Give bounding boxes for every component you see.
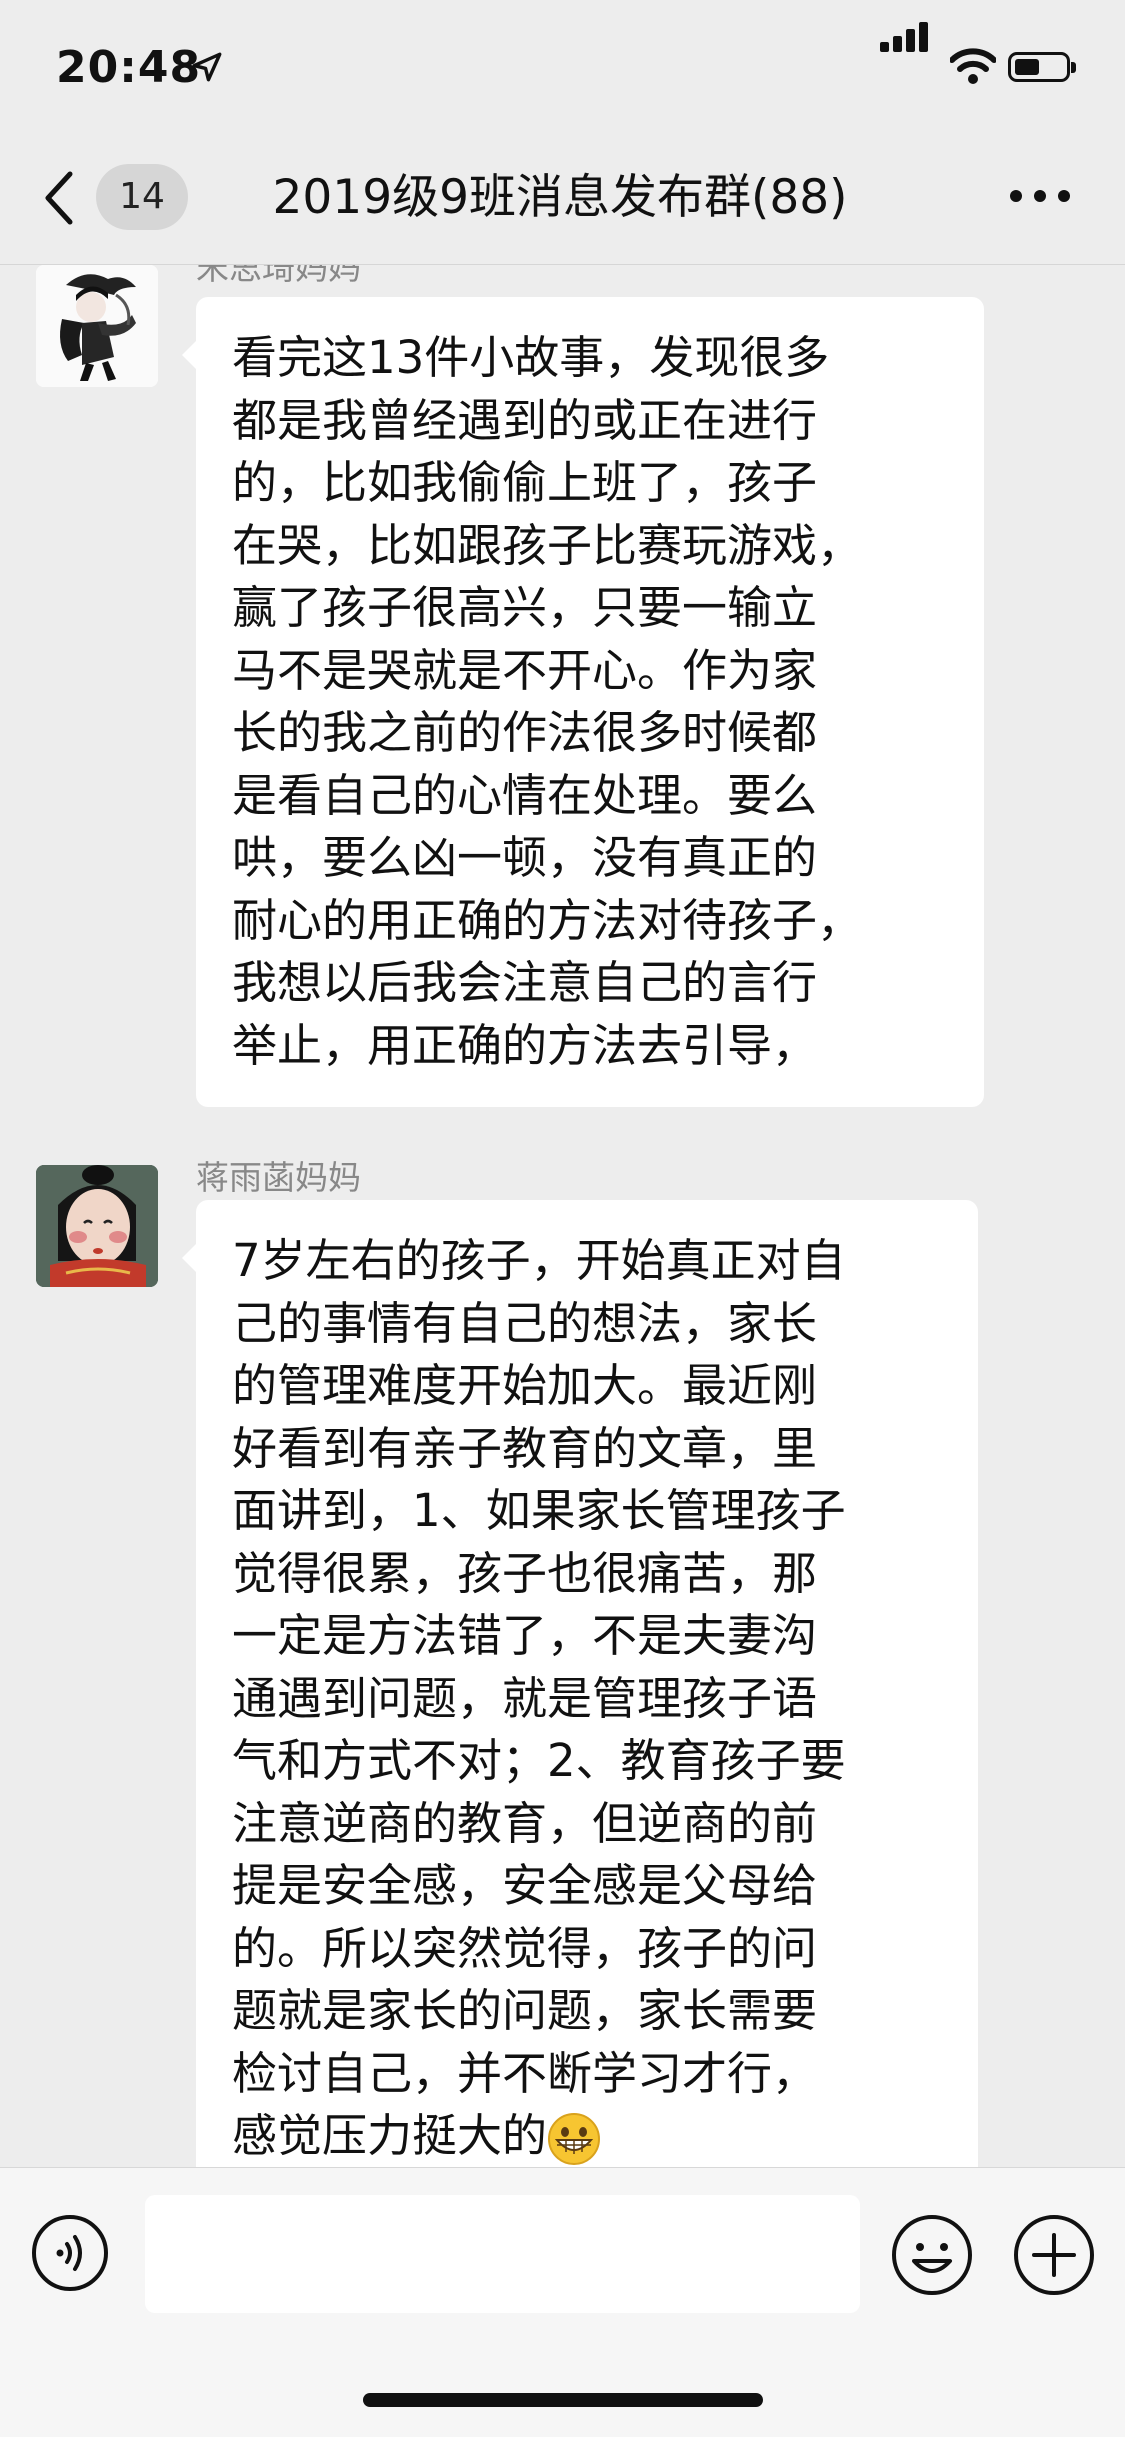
- avatar[interactable]: [36, 265, 158, 387]
- message-list[interactable]: 宋思琦妈妈 看完这13件小故事，发现很多 都是我曾经遇到的或正在进行 的，比如我…: [0, 265, 1125, 2167]
- message-line-text: 感觉压力挺大的: [232, 2109, 548, 2162]
- message-line: 注意逆商的教育，但逆商的前: [232, 1796, 818, 1850]
- sender-name: 宋思琦妈妈: [196, 265, 361, 287]
- message-line: 气和方式不对；2、教育孩子要: [232, 1734, 846, 1787]
- message-line: 的，比如我偷偷上班了，孩子: [232, 456, 818, 509]
- message-line: 好看到有亲子教育的文章，里: [232, 1421, 818, 1475]
- avatar[interactable]: [36, 1165, 158, 1287]
- home-indicator[interactable]: [363, 2393, 763, 2407]
- message-line: 举止，用正确的方法去引导，: [232, 1018, 818, 1072]
- chevron-left-icon[interactable]: [40, 168, 80, 228]
- status-time: 20:48: [56, 42, 202, 93]
- message-line: 哄，要么凶一顿，没有真正的: [232, 831, 818, 884]
- message-line: 面讲到，1、如果家长管理孩子: [232, 1484, 846, 1537]
- message-line: 都是我曾经遇到的或正在进行: [232, 393, 818, 447]
- message-line: 耐心的用正确的方法对待孩子，: [232, 893, 863, 947]
- more-dots-icon[interactable]: [1010, 190, 1070, 204]
- message-line: 己的事情有自己的想法，家长: [232, 1296, 818, 1350]
- message-input[interactable]: [145, 2195, 860, 2313]
- input-bar: [0, 2167, 1125, 2437]
- message-line: 赢了孩子很高兴，只要一输立: [232, 581, 818, 634]
- wifi-icon: [950, 48, 996, 84]
- battery-icon: [1008, 52, 1076, 82]
- message-line: 是看自己的心情在处理。要么: [232, 768, 818, 822]
- sender-name: 蒋雨菡妈妈: [196, 1158, 361, 1197]
- message-bubble[interactable]: 7岁左右的孩子，开始真正对自 己的事情有自己的想法，家长 的管理难度开始加大。最…: [182, 1200, 978, 2167]
- message-line: 觉得很累，孩子也很痛苦，那: [232, 1546, 818, 1600]
- message-bubble[interactable]: 看完这13件小故事，发现很多 都是我曾经遇到的或正在进行 的，比如我偷偷上班了，…: [182, 297, 984, 1107]
- message-line: 通遇到问题，就是管理孩子语: [232, 1671, 818, 1725]
- chat-title: 2019级9班消息发布群(88): [272, 170, 848, 225]
- unread-count-badge[interactable]: 14: [96, 164, 188, 230]
- message-line: 提是安全感，安全感是父母给: [232, 1859, 818, 1912]
- message-line: 一定是方法错了，不是夫妻沟: [232, 1609, 818, 1662]
- voice-input-icon[interactable]: [30, 2213, 110, 2293]
- message-line-last: 感觉压力挺大的: [232, 2105, 942, 2167]
- message-line: 长的我之前的作法很多时候都: [232, 706, 818, 759]
- message-line: 在哭，比如跟孩子比赛玩游戏，: [232, 518, 863, 572]
- message-line: 7岁左右的孩子，开始真正对自: [232, 1234, 846, 1287]
- message-line: 的。所以突然觉得，孩子的问: [232, 1921, 818, 1975]
- emoji-icon[interactable]: [890, 2213, 974, 2297]
- message-line: 的管理难度开始加大。最近刚: [232, 1359, 818, 1412]
- plus-icon[interactable]: [1012, 2213, 1096, 2297]
- status-bar: 20:48: [0, 0, 1125, 132]
- message-line: 看完这13件小故事，发现很多: [232, 331, 830, 384]
- message-line: 题就是家长的问题，家长需要: [232, 1984, 818, 2037]
- grinning-face-emoji-icon: [548, 2113, 601, 2165]
- chat-header: 14 2019级9班消息发布群(88): [0, 132, 1125, 265]
- message-line: 马不是哭就是不开心。作为家: [232, 643, 818, 697]
- location-arrow-icon: [192, 52, 222, 82]
- message-line: 检讨自己，并不断学习才行，: [232, 2046, 818, 2100]
- message-line: 我想以后我会注意自己的言行: [232, 956, 818, 1009]
